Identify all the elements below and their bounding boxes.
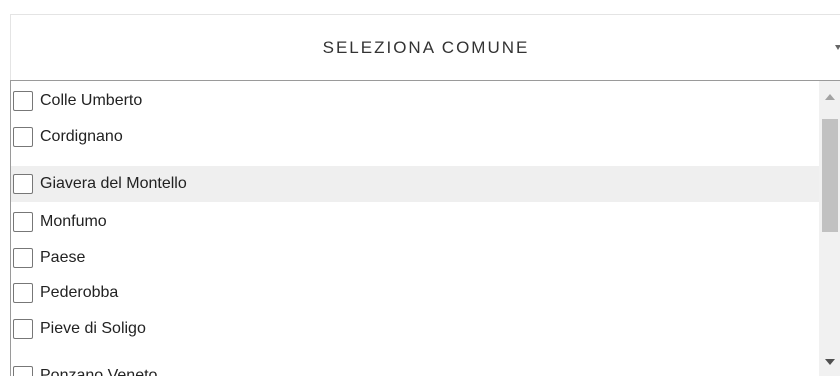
comune-list[interactable]: Colle Umberto Cordignano Giavera del Mon…	[10, 80, 840, 376]
item-label: Pederobba	[40, 284, 119, 301]
item-label: Paese	[40, 249, 86, 266]
scroll-up-arrow-icon[interactable]	[825, 94, 835, 100]
list-item[interactable]: Pieve di Soligo	[11, 311, 821, 347]
checkbox[interactable]	[13, 91, 33, 111]
checkbox[interactable]	[13, 283, 33, 303]
list-item[interactable]: Pederobba	[11, 275, 821, 311]
checkbox[interactable]	[13, 248, 33, 268]
list-item[interactable]: Colle Umberto	[11, 83, 821, 119]
item-label: Monfumo	[40, 213, 107, 230]
checkbox[interactable]	[13, 366, 33, 376]
list-item[interactable]: Paese	[11, 240, 821, 276]
list-item[interactable]: Cordignano	[11, 119, 821, 155]
scroll-thumb[interactable]	[822, 119, 838, 232]
list-item[interactable]: Ponzano Veneto	[11, 358, 821, 376]
checkbox[interactable]	[13, 127, 33, 147]
checkbox[interactable]	[13, 212, 33, 232]
dropdown-title: SELEZIONA COMUNE	[322, 38, 530, 57]
item-label: Ponzano Veneto	[40, 367, 158, 376]
item-label: Pieve di Soligo	[40, 320, 146, 337]
dropdown-toggle[interactable]: SELEZIONA COMUNE	[10, 14, 840, 80]
checkbox[interactable]	[13, 174, 33, 194]
caret-down-icon	[835, 45, 840, 50]
item-label: Colle Umberto	[40, 92, 143, 109]
vertical-scrollbar[interactable]	[819, 81, 840, 376]
scroll-down-arrow-icon[interactable]	[825, 359, 835, 365]
item-label: Giavera del Montello	[40, 175, 187, 192]
list-item[interactable]: Giavera del Montello	[11, 166, 821, 202]
list-item[interactable]: Monfumo	[11, 204, 821, 240]
item-label: Cordignano	[40, 128, 123, 145]
comune-selector: SELEZIONA COMUNE Colle Umberto Cordignan…	[0, 0, 840, 376]
checkbox[interactable]	[13, 319, 33, 339]
